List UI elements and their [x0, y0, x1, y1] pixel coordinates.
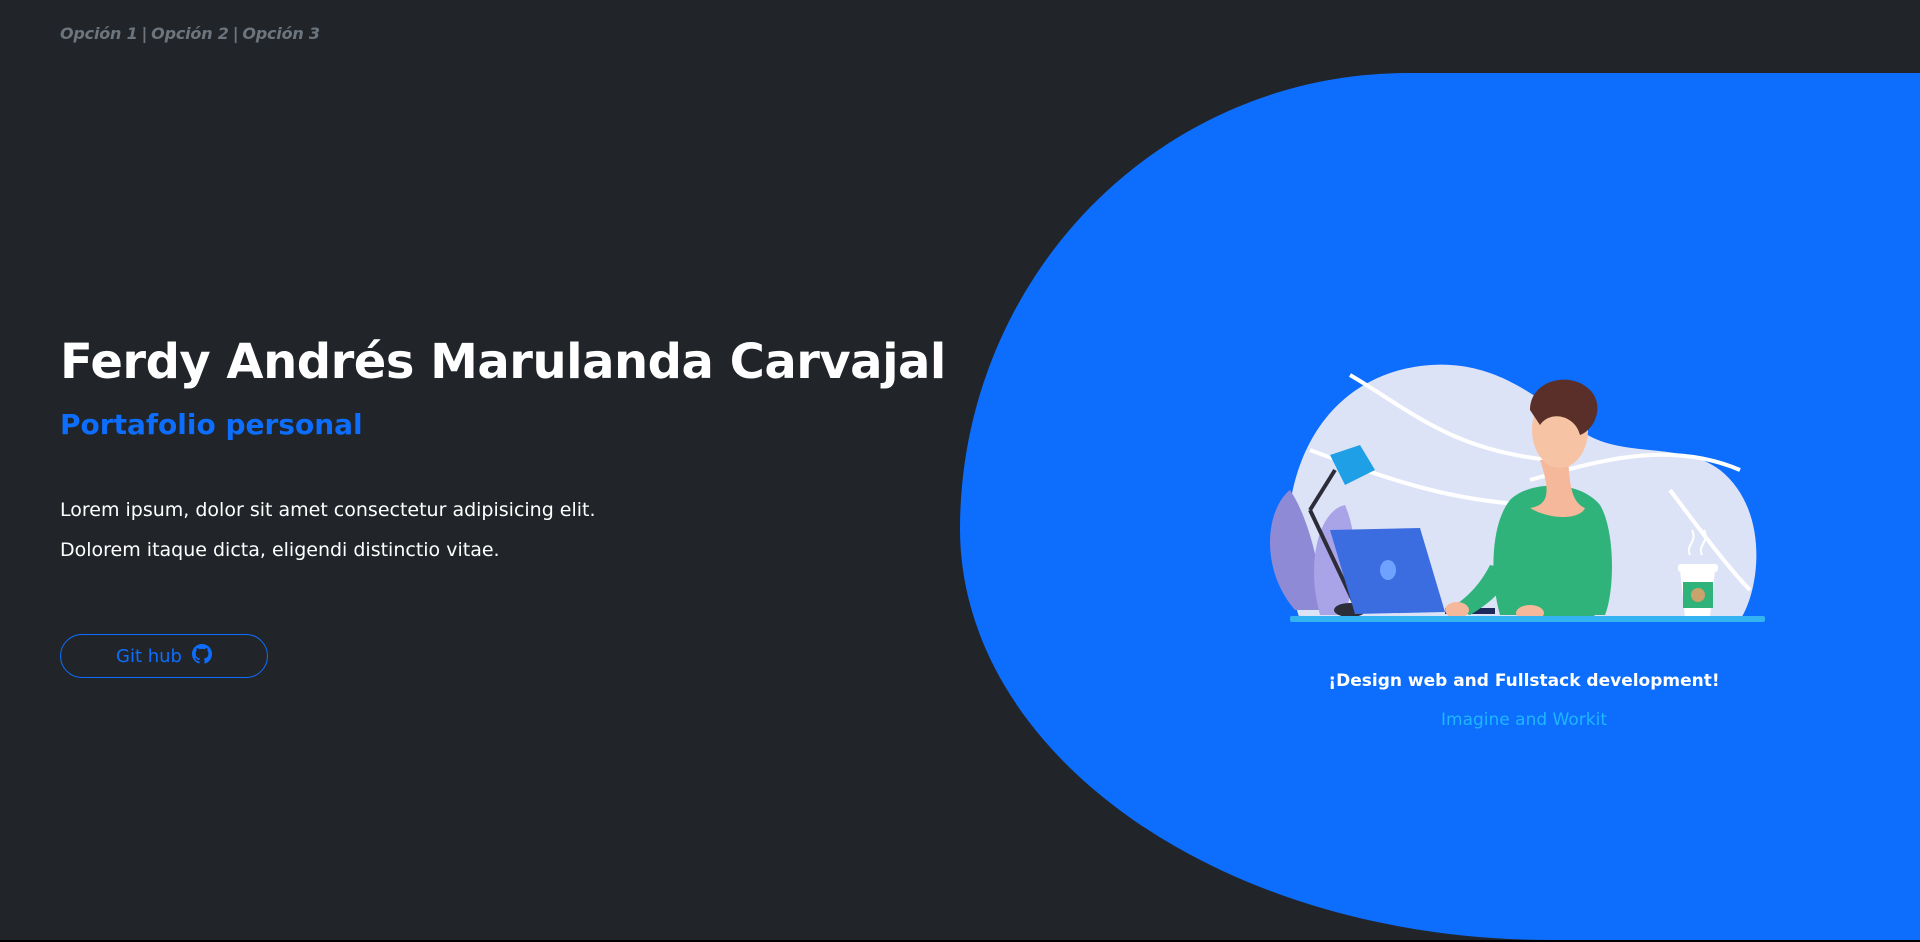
nav-separator: | — [141, 24, 148, 43]
nav-item-opcion-1[interactable]: Opción 1 — [60, 24, 138, 43]
page: Opción 1 | Opción 2 | Opción 3 Ferdy Andrés … — [0, 0, 1920, 940]
developer-at-desk-illustration — [1270, 364, 1765, 622]
top-nav: Opción 1 | Opción 2 | Opción 3 — [60, 24, 320, 43]
github-icon — [191, 643, 212, 669]
nav-item-opcion-3[interactable]: Opción 3 — [242, 24, 320, 43]
illustration-caption-subtitle: Imagine and Workit — [1441, 710, 1607, 730]
page-subtitle: Portafolio personal — [60, 408, 363, 441]
github-button[interactable]: Git hub — [60, 634, 268, 678]
page-title: Ferdy Andrés Marulanda Carvajal — [60, 334, 946, 390]
hero-description: Lorem ipsum, dolor sit amet consectetur … — [60, 499, 596, 561]
illustration-caption-title: ¡Design web and Fullstack development! — [1328, 671, 1720, 691]
nav-separator: | — [232, 24, 239, 43]
github-button-label: Git hub — [116, 645, 182, 667]
nav-item-opcion-2[interactable]: Opción 2 — [151, 24, 229, 43]
